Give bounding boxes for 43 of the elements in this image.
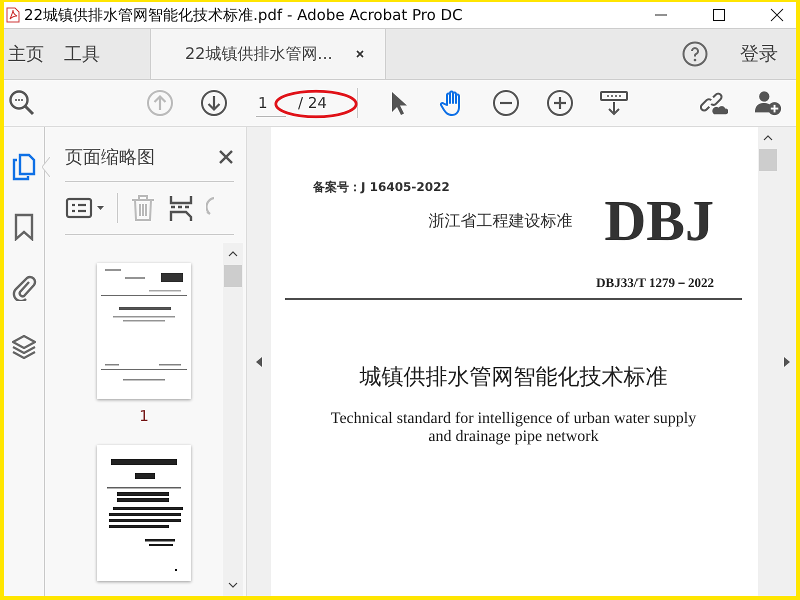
page-total: / 24 — [298, 94, 327, 112]
page-number-field[interactable]: 1 — [256, 90, 286, 116]
page-number: 1 — [139, 407, 149, 425]
page-thumbnail[interactable] — [97, 263, 191, 399]
sidebar-tool-icon[interactable] — [11, 153, 37, 181]
standard-code: DBJ33/T 1279－2022 — [596, 274, 714, 292]
close-icon[interactable] — [770, 8, 784, 22]
next-page-icon[interactable] — [200, 89, 228, 117]
scrollbar-thumb[interactable] — [224, 265, 242, 287]
sign-in-button[interactable]: 登录 — [732, 29, 796, 79]
tab-label: 工具 — [64, 43, 100, 66]
standard-category: 浙江省工程建设标准 — [428, 210, 572, 232]
scroll-down-icon[interactable] — [228, 582, 238, 588]
document-subtitle: Technical standard for intelligence of urban water supply and drainage pipe network — [330, 410, 698, 447]
window-title: 22城镇供排水管网智能化技术标准.pdf - Adobe Acrobat Pro DC — [24, 6, 463, 24]
zoom-in-icon[interactable] — [546, 89, 574, 117]
nav-tab[interactable]: 主页 — [4, 29, 60, 79]
zoom-search-icon[interactable] — [8, 89, 36, 117]
insert-page-icon[interactable] — [168, 194, 194, 222]
tab-label: 主页 — [8, 43, 44, 66]
close-icon[interactable] — [218, 149, 234, 165]
close-icon[interactable] — [354, 49, 365, 59]
document-title: 城镇供排水管网智能化技术标准 — [360, 364, 668, 392]
thumbnail-options-icon[interactable] — [65, 196, 105, 220]
nav-tab[interactable]: 22城镇供排水管网... — [150, 29, 386, 79]
standard-mark: DBJ — [604, 192, 714, 250]
keyboard-scroll-icon[interactable] — [600, 89, 628, 117]
scroll-up-icon[interactable] — [228, 251, 238, 257]
scrollbar-thumb[interactable] — [759, 149, 777, 171]
help-icon[interactable] — [682, 41, 708, 67]
sidebar-tool-icon[interactable] — [11, 333, 37, 361]
expand-panel-icon[interactable] — [784, 356, 790, 366]
nav-tab[interactable]: 工具 — [60, 29, 150, 79]
zoom-out-icon[interactable] — [492, 89, 520, 117]
add-user-icon[interactable] — [754, 89, 782, 117]
page-thumbnail[interactable] — [97, 445, 191, 581]
panel-title: 页面缩略图 — [65, 146, 155, 169]
maximize-icon[interactable] — [712, 8, 726, 22]
sidebar-tool-icon[interactable] — [11, 273, 37, 301]
tab-label: 22城镇供排水管网... — [185, 44, 333, 64]
scroll-up-icon[interactable] — [763, 135, 773, 141]
filing-number: 备案号：J 16405-2022 — [313, 179, 451, 196]
collapse-panel-icon[interactable] — [256, 356, 262, 366]
